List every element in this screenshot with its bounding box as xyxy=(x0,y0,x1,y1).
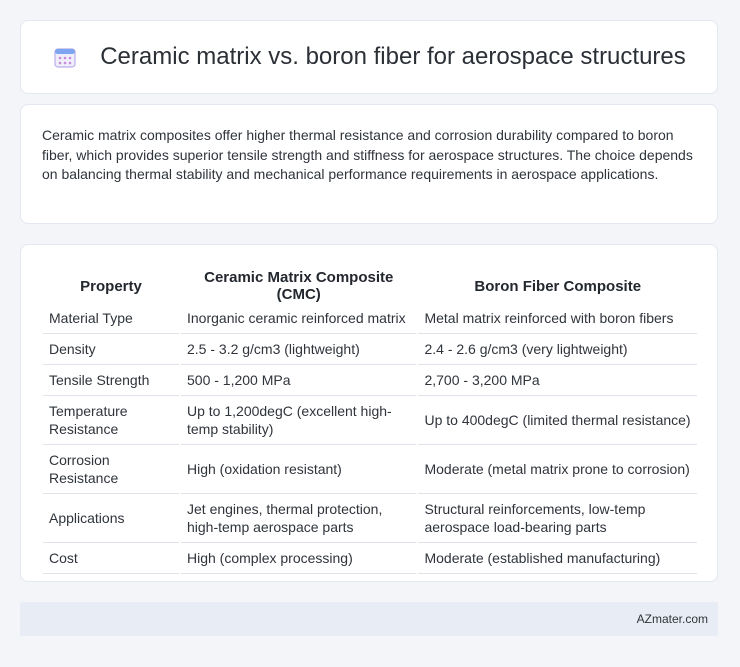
cell-boron: Moderate (metal matrix prone to corrosio… xyxy=(418,445,697,494)
table-row: Material Type Inorganic ceramic reinforc… xyxy=(43,303,697,334)
comparison-card: Property Ceramic Matrix Composite (CMC) … xyxy=(20,244,718,582)
cell-property: Temperature Resistance xyxy=(43,396,179,445)
table-row: Corrosion Resistance High (oxidation res… xyxy=(43,445,697,494)
footer-site-link[interactable]: AZmater.com xyxy=(637,612,708,626)
footer-bar: AZmater.com xyxy=(20,602,718,636)
header-property: Property xyxy=(80,277,142,295)
cell-property: Material Type xyxy=(43,303,179,334)
cell-cmc: High (oxidation resistant) xyxy=(181,445,417,494)
cell-cmc: Jet engines, thermal protection, high-te… xyxy=(181,494,417,543)
cell-boron: 2.4 - 2.6 g/cm3 (very lightweight) xyxy=(418,334,697,365)
intro-paragraph: Ceramic matrix composites offer higher t… xyxy=(42,127,693,182)
page-title: Ceramic matrix vs. boron fiber for aeros… xyxy=(100,43,686,70)
calendar-icon xyxy=(52,44,78,70)
cell-property: Applications xyxy=(43,494,179,543)
cell-boron: Up to 400degC (limited thermal resistanc… xyxy=(418,396,697,445)
intro-card: Ceramic matrix composites offer higher t… xyxy=(20,104,718,224)
cell-cmc: 500 - 1,200 MPa xyxy=(181,365,417,396)
cell-boron: Structural reinforcements, low-temp aero… xyxy=(418,494,697,543)
cell-cmc: High (complex processing) xyxy=(181,543,417,574)
table-row: Density 2.5 - 3.2 g/cm3 (lightweight) 2.… xyxy=(43,334,697,365)
table-row: Temperature Resistance Up to 1,200degC (… xyxy=(43,396,697,445)
table-header-row: Property Ceramic Matrix Composite (CMC) … xyxy=(43,265,697,303)
header-boron: Boron Fiber Composite xyxy=(474,277,642,295)
table-row: Tensile Strength 500 - 1,200 MPa 2,700 -… xyxy=(43,365,697,396)
cell-boron: Moderate (established manufacturing) xyxy=(418,543,697,574)
cell-property: Density xyxy=(43,334,179,365)
comparison-table: Property Ceramic Matrix Composite (CMC) … xyxy=(41,265,699,574)
table-row: Applications Jet engines, thermal protec… xyxy=(43,494,697,543)
cell-boron: Metal matrix reinforced with boron fiber… xyxy=(418,303,697,334)
title-card: Ceramic matrix vs. boron fiber for aeros… xyxy=(20,20,718,94)
cell-property: Corrosion Resistance xyxy=(43,445,179,494)
cell-cmc: Up to 1,200degC (excellent high-temp sta… xyxy=(181,396,417,445)
cell-cmc: 2.5 - 3.2 g/cm3 (lightweight) xyxy=(181,334,417,365)
table-row: Cost High (complex processing) Moderate … xyxy=(43,543,697,574)
cell-property: Tensile Strength xyxy=(43,365,179,396)
cell-boron: 2,700 - 3,200 MPa xyxy=(418,365,697,396)
cell-property: Cost xyxy=(43,543,179,574)
cell-cmc: Inorganic ceramic reinforced matrix xyxy=(181,303,417,334)
header-cmc: Ceramic Matrix Composite (CMC) xyxy=(204,269,394,303)
